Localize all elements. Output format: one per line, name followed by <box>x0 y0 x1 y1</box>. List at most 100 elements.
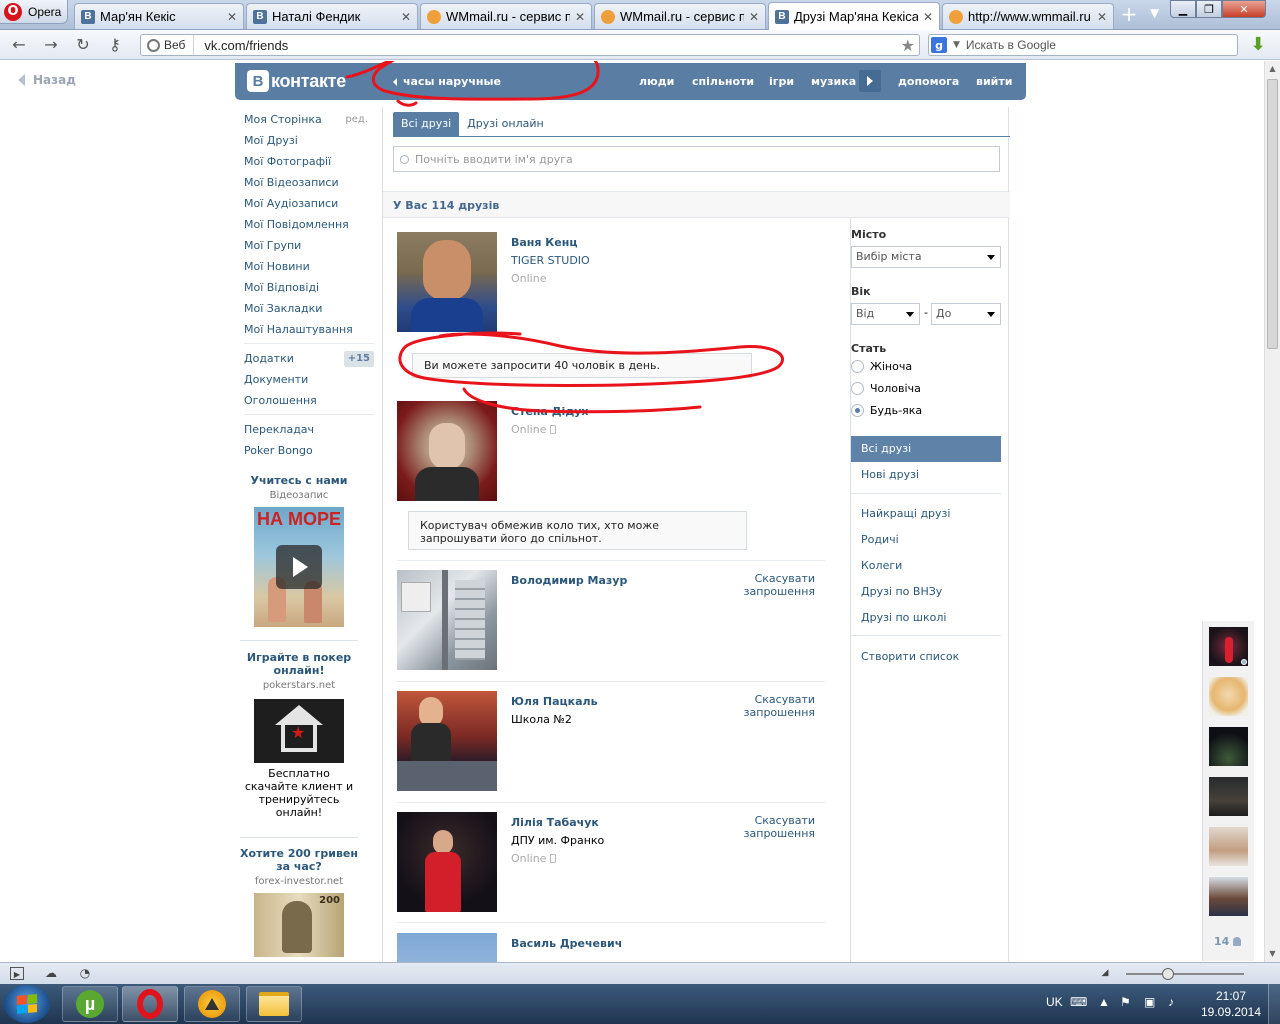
back-icon[interactable]: ← <box>8 36 30 54</box>
friend-avatar[interactable] <box>397 812 497 912</box>
friend-name[interactable]: Степа Дідух <box>511 405 588 418</box>
chevron-up-icon[interactable]: ▲ <box>1098 995 1110 1009</box>
maximize-icon[interactable]: ❐ <box>1196 0 1222 18</box>
key-icon[interactable]: ⚷ <box>104 36 126 54</box>
flag-icon[interactable]: ⚑ <box>1120 995 1131 1009</box>
tab-all-friends[interactable]: Всі друзі <box>393 112 460 136</box>
tab-menu-icon[interactable]: ▼ <box>1150 6 1159 20</box>
menu-apps[interactable]: Додатки +15 <box>244 348 376 369</box>
list-all-friends[interactable]: Всі друзі <box>851 436 1001 462</box>
cancel-invite-link[interactable]: Скасувати запрошення <box>697 572 815 598</box>
chat-avatar[interactable] <box>1209 677 1248 716</box>
radio-button-selected[interactable] <box>851 404 864 417</box>
menu-my-bookmarks[interactable]: Мої Закладки <box>244 298 376 319</box>
nav-music[interactable]: музика <box>811 75 856 88</box>
close-icon[interactable]: ✕ <box>401 10 411 24</box>
ad-title[interactable]: Хотите 200 гривен за час? <box>240 847 358 873</box>
explorer-taskbar-button[interactable] <box>246 986 302 1022</box>
friend-info[interactable]: TIGER STUDIO <box>511 254 590 267</box>
cancel-invite-link[interactable]: Скасувати запрошення <box>697 693 815 719</box>
browser-tab-active[interactable]: B Друзі Мар'яна Кекіса |... ✕ <box>768 2 940 30</box>
chat-avatar[interactable] <box>1209 727 1248 766</box>
chat-avatar[interactable] <box>1209 627 1248 666</box>
address-mode-badge[interactable]: Веб <box>141 35 195 55</box>
browser-tab[interactable]: http://www.wmmail.ru... ✕ <box>942 3 1114 29</box>
vk-logo[interactable]: В контакте <box>247 70 346 92</box>
windows-start-button[interactable] <box>4 985 50 1023</box>
reload-icon[interactable]: ↻ <box>72 36 94 54</box>
ad-video-thumbnail[interactable]: НА МОРЕ <box>254 507 344 627</box>
bookmark-star-icon[interactable]: ★ <box>901 36 919 55</box>
list-colleagues[interactable]: Колеги <box>851 553 1001 579</box>
friend-avatar[interactable] <box>397 401 497 501</box>
menu-my-photos[interactable]: Мої Фотографії <box>244 151 376 172</box>
menu-my-messages[interactable]: Мої Повідомлення <box>244 214 376 235</box>
sex-option-female[interactable]: Жіноча <box>851 360 912 373</box>
scroll-down-icon[interactable]: ▼ <box>1265 946 1280 962</box>
menu-poker-bongo[interactable]: Poker Bongo <box>244 440 376 461</box>
nav-communities[interactable]: спільноти <box>692 75 754 88</box>
chevron-down-icon[interactable]: ▼ <box>953 40 960 50</box>
close-window-icon[interactable]: ✕ <box>1222 0 1266 18</box>
friend-avatar[interactable] <box>397 232 497 332</box>
pokerstars-logo[interactable]: ★ <box>254 699 344 763</box>
age-to-select[interactable]: До <box>931 303 1001 325</box>
menu-my-page[interactable]: Моя Сторінка ред. <box>244 109 376 130</box>
nav-games[interactable]: ігри <box>769 75 794 88</box>
radio-button[interactable] <box>851 360 864 373</box>
play-icon[interactable] <box>859 70 881 92</box>
close-icon[interactable]: ✕ <box>227 10 237 24</box>
friend-name[interactable]: Юля Пацкаль <box>511 695 598 708</box>
menu-translator[interactable]: Перекладач <box>244 419 376 440</box>
friend-info[interactable]: Школа №2 <box>511 713 572 726</box>
chat-avatar[interactable] <box>1209 777 1248 816</box>
utorrent-taskbar-button[interactable]: µ <box>62 986 118 1022</box>
ad-title[interactable]: Играйте в покер онлайн! <box>240 651 358 677</box>
nav-people[interactable]: люди <box>639 75 674 88</box>
list-university-friends[interactable]: Друзі по ВНЗу <box>851 579 1001 605</box>
ad-block[interactable]: Играйте в покер онлайн! pokerstars.net ★… <box>240 651 358 819</box>
menu-my-settings[interactable]: Мої Налаштування <box>244 319 376 340</box>
close-icon[interactable]: ✕ <box>749 10 759 24</box>
friend-search-input[interactable]: Почніть вводити ім'я друга <box>393 146 1000 172</box>
search-field[interactable]: g ▼ Искать в Google <box>928 34 1238 56</box>
cloud-icon[interactable]: ☁ <box>44 967 58 980</box>
url-text[interactable]: vk.com/friends <box>194 38 900 53</box>
close-icon[interactable]: ✕ <box>575 10 585 24</box>
city-select[interactable]: Вибір міста <box>851 246 1001 268</box>
download-icon[interactable]: ⬇ <box>1248 34 1268 55</box>
new-tab-icon[interactable]: + <box>1118 4 1140 26</box>
view-icon[interactable]: ◢ <box>1098 967 1112 980</box>
speed-dial-icon[interactable]: ◔ <box>78 967 92 980</box>
ad-block[interactable]: Учитесь с нами Відеозапис НА МОРЕ <box>240 474 358 627</box>
sex-option-any[interactable]: Будь-яка <box>851 404 922 417</box>
opera-taskbar-button[interactable] <box>122 986 178 1022</box>
scroll-up-icon[interactable]: ▲ <box>1265 61 1280 77</box>
forward-icon[interactable]: → <box>40 36 62 54</box>
list-relatives[interactable]: Родичі <box>851 527 1001 553</box>
close-icon[interactable]: ✕ <box>1097 10 1107 24</box>
online-count[interactable]: 14 <box>1214 935 1242 948</box>
friend-info[interactable]: ДПУ им. Франко <box>511 834 604 847</box>
cancel-invite-link[interactable]: Скасувати запрошення <box>697 814 815 840</box>
menu-my-groups[interactable]: Мої Групи <box>244 235 376 256</box>
browser-tab[interactable]: B Наталі Фендик ✕ <box>246 3 418 29</box>
ad-title[interactable]: Учитесь с нами <box>240 474 358 487</box>
age-from-select[interactable]: Від <box>851 303 920 325</box>
system-clock[interactable]: 21:07 19.09.2014 <box>1196 988 1266 1020</box>
zoom-knob[interactable] <box>1162 968 1174 980</box>
browser-tab[interactable]: B Мар'ян Кекіс ✕ <box>74 3 244 29</box>
friend-name[interactable]: Лілія Табачук <box>511 816 599 829</box>
menu-my-videos[interactable]: Мої Відеозаписи <box>244 172 376 193</box>
back-link[interactable]: Назад <box>18 73 76 87</box>
browser-tab[interactable]: WMmail.ru - сервис п... ✕ <box>594 3 766 29</box>
radio-button[interactable] <box>851 382 864 395</box>
friend-name[interactable]: Ваня Кенц <box>511 236 578 249</box>
chat-avatar[interactable] <box>1209 877 1248 916</box>
panel-toggle-icon[interactable]: ▶ <box>10 967 24 980</box>
play-icon[interactable] <box>276 545 322 589</box>
create-list-link[interactable]: Створити список <box>851 644 1001 670</box>
opera-menu-button[interactable]: O Opera <box>0 0 68 24</box>
language-indicator[interactable]: UK <box>1046 995 1063 1009</box>
minimize-icon[interactable]: ▁ <box>1170 0 1196 18</box>
